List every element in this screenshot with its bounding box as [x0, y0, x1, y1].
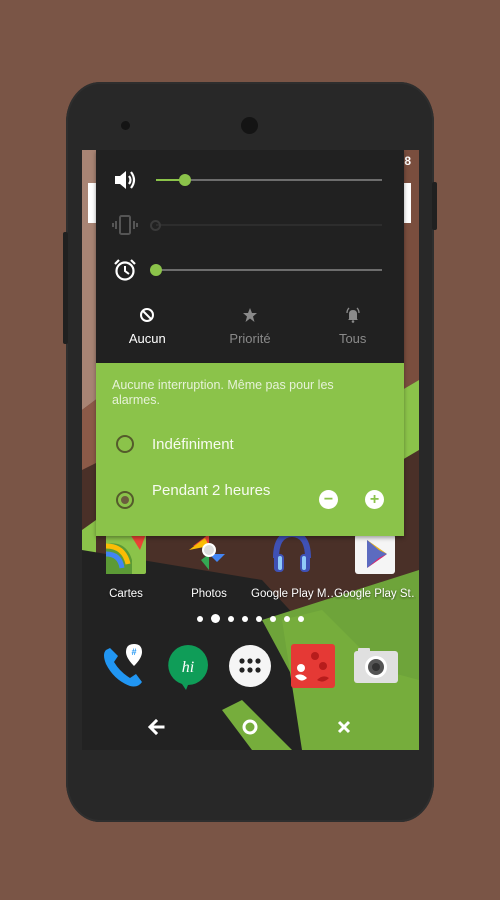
mode-priority[interactable]: Priorité — [199, 300, 302, 355]
speaker-icon[interactable] — [112, 168, 138, 192]
option-label-duration[interactable]: Pendant 2 heures — [152, 482, 270, 499]
volume-panel: Aucun Priorité Tous — [96, 150, 404, 363]
slider-thumb[interactable] — [150, 264, 162, 276]
search-bar-edge-right — [404, 183, 411, 223]
dnd-panel: Aucune interruption. Même pas pour les a… — [96, 363, 404, 536]
mode-label: Priorité — [229, 331, 271, 346]
ringer-volume-row — [96, 210, 404, 240]
status-time-fragment: 8 — [404, 154, 411, 168]
alarm-clock-icon — [114, 259, 136, 281]
power-button — [432, 182, 437, 230]
page-dot[interactable] — [270, 615, 276, 622]
page-dot[interactable] — [256, 615, 262, 622]
mode-none[interactable]: Aucun — [96, 300, 199, 355]
media-volume-slider[interactable] — [156, 174, 382, 186]
app-label: Cartes — [109, 588, 143, 600]
app-label: Photos — [191, 588, 227, 600]
slider-thumb — [150, 219, 161, 231]
interruption-modes: Aucun Priorité Tous — [96, 300, 404, 355]
app-label: Google Play M… — [251, 588, 333, 600]
front-camera — [241, 117, 258, 134]
screen: 8 Cartes Photos Google Play M… Google Pl… — [82, 150, 419, 750]
page-indicator — [82, 614, 419, 623]
page-dot[interactable] — [298, 615, 304, 622]
play-store-icon — [355, 534, 395, 574]
volume-button — [63, 232, 68, 344]
increase-duration-button[interactable]: + — [365, 490, 384, 509]
decrease-duration-button[interactable]: − — [319, 490, 338, 509]
people-icon[interactable] — [289, 642, 337, 690]
sensor-dot — [121, 121, 130, 130]
block-icon — [140, 308, 155, 322]
alarm-volume-slider[interactable] — [150, 264, 382, 276]
ringer-volume-slider — [150, 219, 382, 231]
bell-icon — [346, 307, 360, 323]
mode-label: Tous — [338, 331, 367, 346]
alarm-volume-row — [96, 255, 404, 285]
maps-icon — [105, 534, 146, 574]
back-button[interactable] — [141, 712, 171, 742]
page-dot[interactable] — [197, 615, 203, 622]
app-label: Google Play St… — [334, 588, 416, 600]
mode-all[interactable]: Tous — [301, 300, 404, 355]
play-music-icon — [273, 530, 311, 572]
photos-icon — [189, 534, 225, 570]
media-volume-row — [96, 165, 404, 195]
radio-duration[interactable] — [116, 491, 134, 509]
home-button[interactable] — [235, 712, 265, 742]
option-label-indefinitely[interactable]: Indéfiniment — [152, 436, 234, 453]
phone-icon[interactable]: # — [100, 642, 148, 690]
slider-thumb[interactable] — [179, 174, 192, 186]
page-dot[interactable] — [284, 615, 290, 622]
star-icon — [243, 308, 257, 322]
search-bar-edge-left — [88, 183, 96, 223]
radio-indefinitely[interactable] — [116, 435, 134, 453]
vibrate-icon — [112, 215, 138, 235]
dnd-description: Aucune interruption. Même pas pour les a… — [112, 378, 334, 407]
svg-text:hi: hi — [182, 659, 194, 676]
camera-icon[interactable] — [352, 642, 400, 690]
page-dot[interactable] — [242, 615, 248, 622]
close-button[interactable] — [329, 712, 359, 742]
svg-text:#: # — [131, 647, 136, 657]
app-drawer-icon[interactable] — [226, 642, 274, 690]
mode-label: Aucun — [128, 331, 166, 346]
hangouts-icon[interactable]: hi — [164, 642, 212, 690]
page-dot[interactable] — [228, 615, 234, 622]
page-dot-active[interactable] — [211, 614, 220, 623]
